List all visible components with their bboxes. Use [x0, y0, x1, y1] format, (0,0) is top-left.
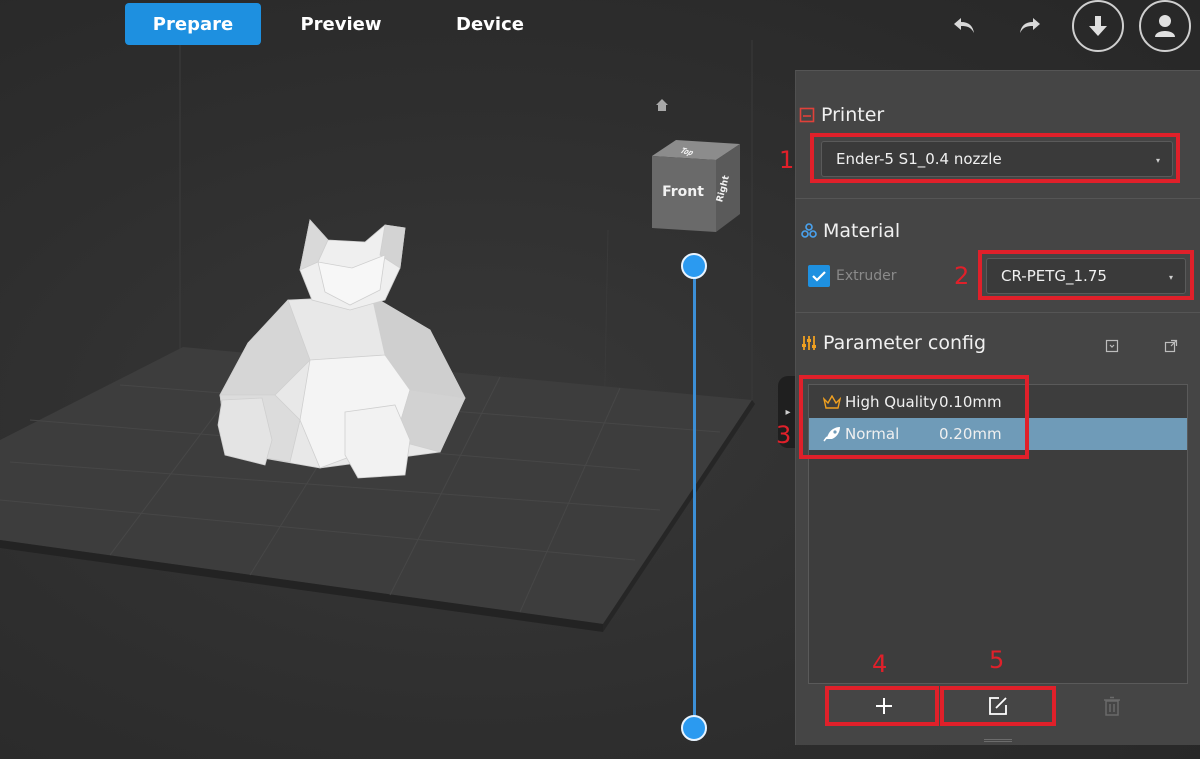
printer-title: Printer	[821, 104, 885, 126]
annotation-box-3	[799, 375, 1029, 459]
annotation-number-1: 1	[779, 146, 795, 174]
layer-slider-bottom-handle[interactable]	[681, 715, 707, 741]
tab-device[interactable]: Device	[438, 3, 542, 45]
user-icon[interactable]	[1139, 0, 1191, 52]
tab-preview[interactable]: Preview	[286, 3, 396, 45]
annotation-box-1	[810, 133, 1180, 183]
printer-section-title: Printer	[799, 104, 884, 126]
divider	[795, 312, 1200, 313]
annotation-number-2: 2	[954, 262, 970, 290]
divider	[795, 198, 1200, 199]
printer-icon	[799, 107, 815, 123]
delete-profile-button[interactable]	[1058, 688, 1166, 724]
layer-slider-top-handle[interactable]	[681, 253, 707, 279]
layer-slider-track[interactable]	[693, 266, 696, 728]
annotation-box-2	[978, 250, 1194, 300]
parameter-config-section-title: Parameter config	[801, 332, 986, 354]
extruder-label: Extruder	[836, 268, 897, 284]
home-icon[interactable]	[654, 97, 670, 113]
material-section-title: Material	[801, 220, 900, 242]
import-icon[interactable]	[1105, 338, 1119, 353]
redo-icon[interactable]	[1010, 6, 1050, 46]
extruder-checkbox[interactable]	[808, 265, 830, 287]
annotation-number-3: 3	[776, 421, 792, 449]
top-bar: Prepare Preview Device	[0, 0, 1200, 52]
annotation-box-5	[940, 686, 1056, 726]
cube-front-label: Front	[662, 184, 704, 200]
download-icon[interactable]	[1072, 0, 1124, 52]
tab-prepare[interactable]: Prepare	[125, 3, 261, 45]
sliders-icon	[802, 336, 816, 350]
export-icon[interactable]	[1164, 338, 1178, 353]
annotation-number-4: 4	[872, 650, 888, 678]
navigation-cube[interactable]: Top Front Right	[648, 136, 748, 236]
panel-resize-grip[interactable]	[984, 738, 1012, 744]
material-icon	[801, 223, 817, 238]
annotation-number-5: 5	[989, 646, 1005, 674]
trash-icon	[1104, 696, 1120, 716]
material-title: Material	[823, 220, 901, 242]
check-icon	[812, 271, 826, 282]
model-cat	[217, 219, 466, 479]
annotation-box-4	[825, 686, 939, 726]
parameter-config-title: Parameter config	[823, 332, 987, 354]
undo-icon[interactable]	[944, 6, 984, 46]
